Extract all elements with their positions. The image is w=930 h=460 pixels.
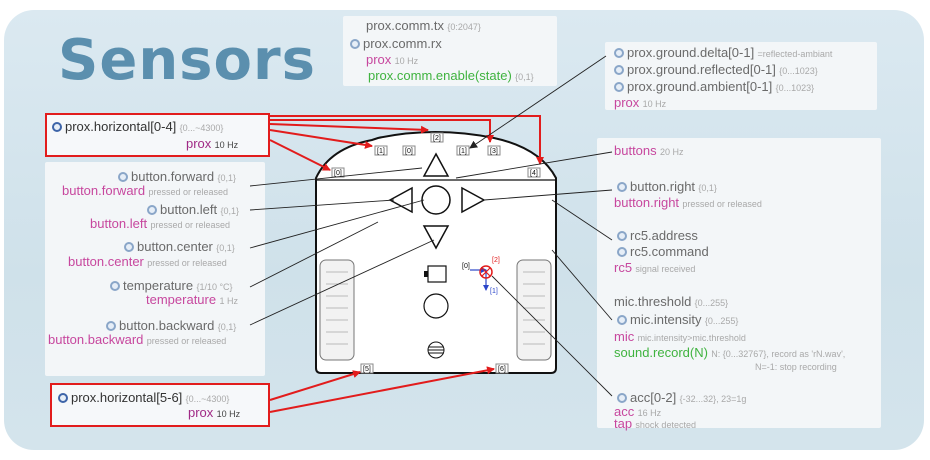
ground-sensor-label-1: [1] xyxy=(459,148,467,155)
front-sensor-label-0: [0] xyxy=(334,170,342,177)
back-sensor-label-6: [6] xyxy=(498,366,506,373)
front-sensor-label-4: [4] xyxy=(530,170,538,177)
microphone-icon xyxy=(427,341,445,359)
ir-receiver-shape xyxy=(423,293,449,319)
back-sensor-label-5: [5] xyxy=(363,366,371,373)
right-wheel xyxy=(516,259,552,361)
front-sensor-label-2: [2] xyxy=(433,135,441,142)
front-sensor-label-3: [3] xyxy=(490,148,498,155)
ground-sensor-label-0: [0] xyxy=(405,148,413,155)
back-sensor-arrows xyxy=(269,366,495,413)
front-sensor-label-1: [1] xyxy=(377,148,385,155)
acc-label-y: [1] xyxy=(490,288,498,295)
sensors-diagram: Sensors prox.comm.tx {0:2047} prox.comm.… xyxy=(0,0,930,460)
left-wheel xyxy=(319,259,355,361)
acc-label-x: [0] xyxy=(462,263,470,270)
battery-icon xyxy=(427,265,447,283)
button-center-shape xyxy=(421,185,451,215)
battery-tip xyxy=(424,271,428,277)
acc-label-z: [2] xyxy=(492,257,500,264)
robot-diagram: [0] [2] [1] [0] [1] [2] [3] [4] [0] [1] … xyxy=(249,55,613,413)
